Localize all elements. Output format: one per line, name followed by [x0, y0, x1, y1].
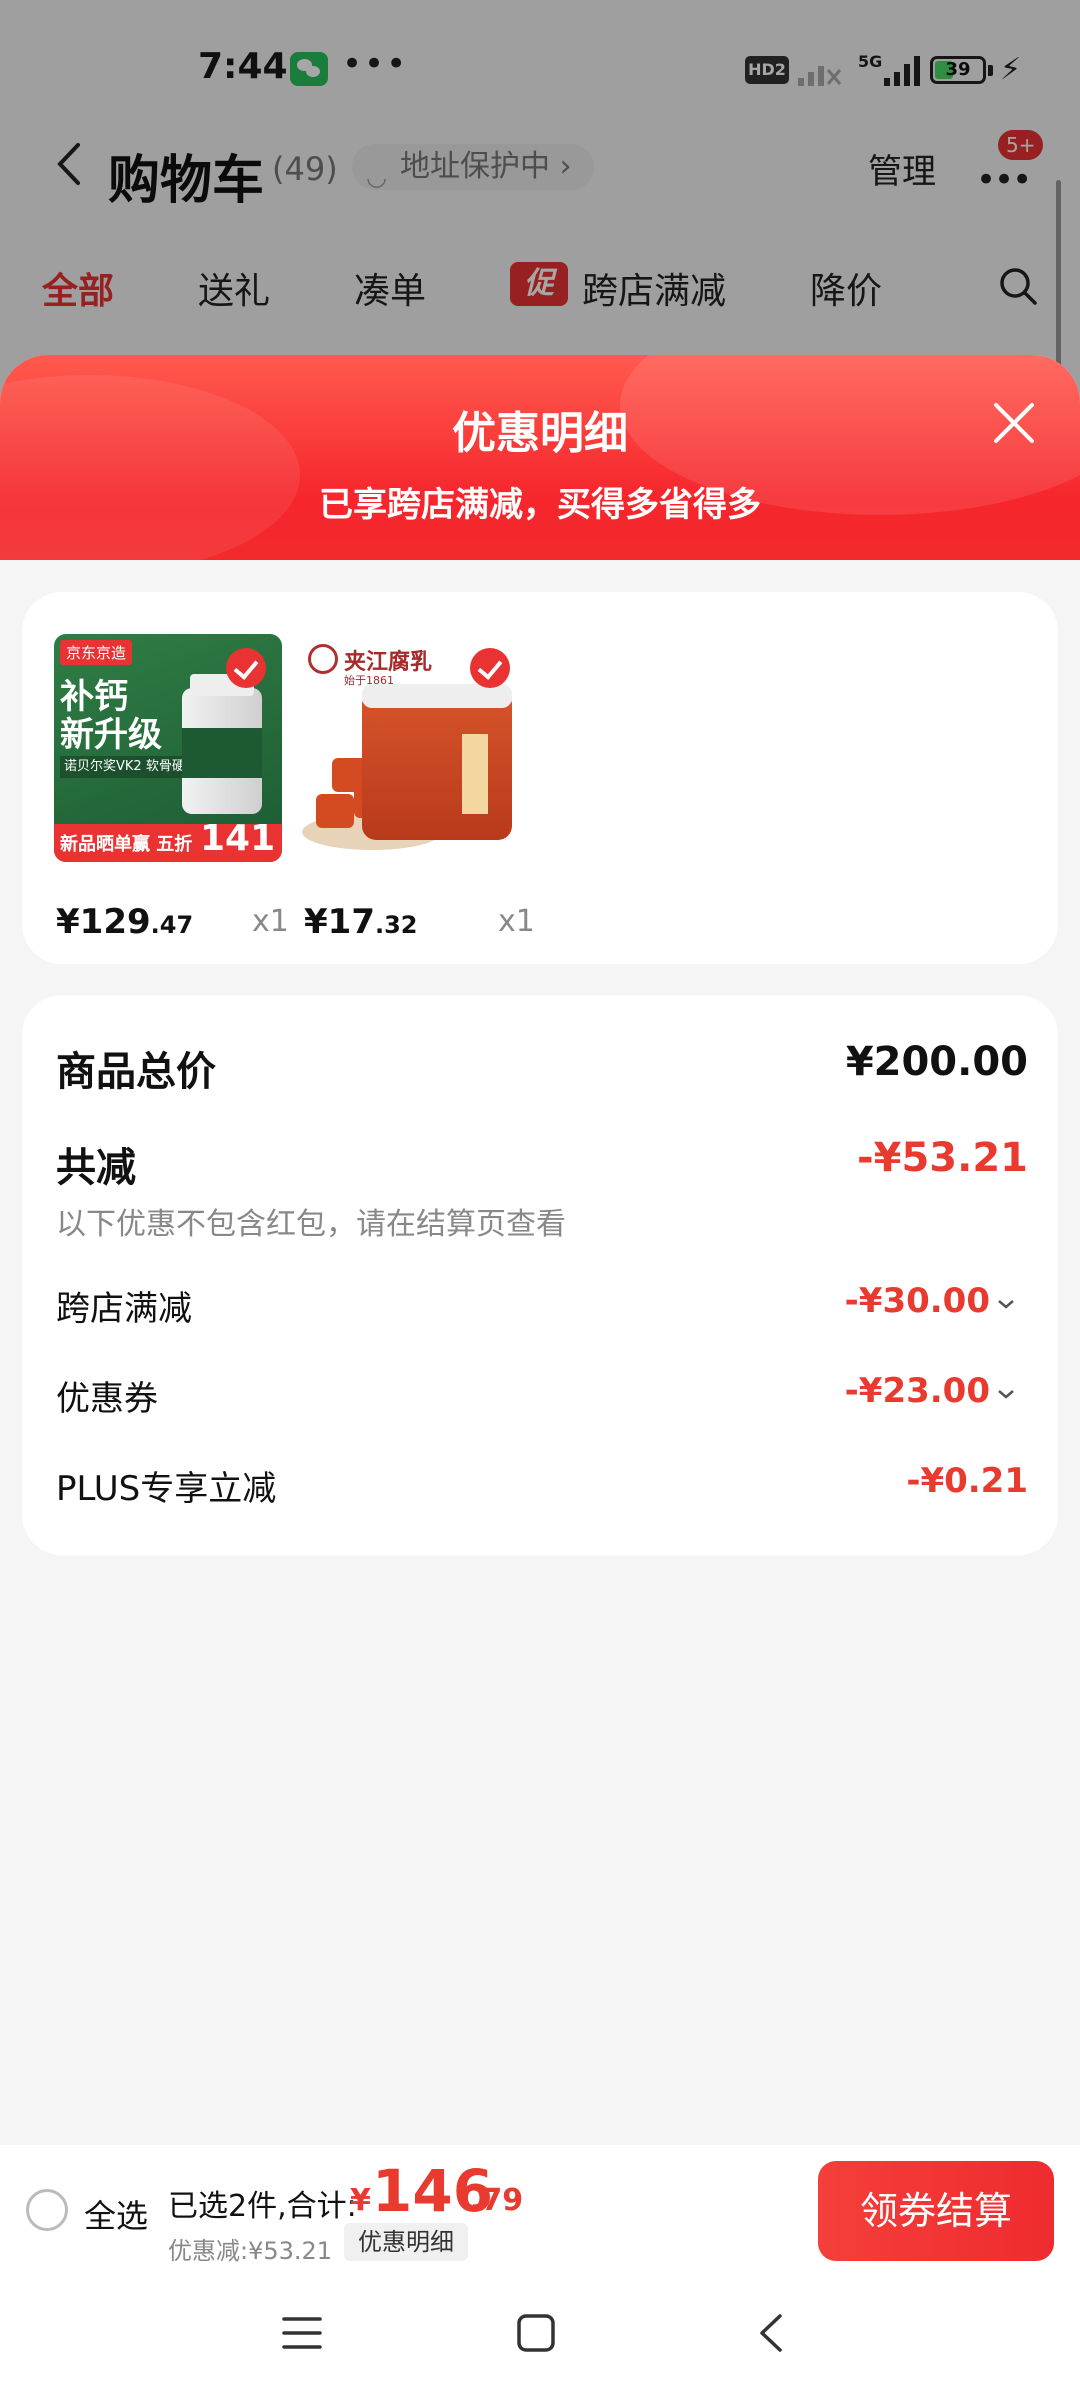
sheet-subtitle: 已享跨店满减，买得多省得多	[319, 485, 761, 525]
discount-amount-text: 优惠减:¥53.21	[168, 2237, 333, 2265]
coupon-value[interactable]: -¥23.00	[845, 1371, 990, 1411]
product-brand-tag: 京东京造	[60, 640, 133, 665]
total-amount-decimal: .79	[470, 2183, 524, 2218]
total-currency: ¥	[350, 2183, 371, 2218]
select-all-checkbox[interactable]	[26, 2189, 68, 2231]
menu-icon[interactable]	[282, 2313, 322, 2353]
discount-detail-button[interactable]: 优惠明细	[344, 2223, 468, 2261]
sheet-title: 优惠明细	[452, 408, 628, 459]
home-icon[interactable]	[516, 2313, 556, 2353]
price-decimal: .47	[150, 911, 194, 939]
checkout-bar: 全选 已选2件,合计: ¥ 146 .79 优惠减:¥53.21 优惠明细 领券…	[0, 2145, 1080, 2273]
plus-discount-value: -¥0.21	[906, 1461, 1028, 1501]
selected-count-text: 已选2件,合计:	[168, 2189, 357, 2224]
checked-icon[interactable]	[226, 648, 266, 688]
products-card: 京东京造 补钙 新升级 诺贝尔奖VK2 软骨硬骨同补 新品晒单赢 五折 141 …	[22, 592, 1058, 964]
price-integer: ¥129	[56, 902, 151, 942]
cross-store-discount-label: 跨店满减	[56, 1289, 192, 1329]
supplement-bottle-image	[182, 674, 262, 814]
product-item[interactable]: 京东京造 补钙 新升级 诺贝尔奖VK2 软骨硬骨同补 新品晒单赢 五折 141 …	[54, 634, 289, 942]
jar-label-image	[462, 734, 488, 814]
product-headline-line: 补钙	[60, 677, 128, 717]
coupon-label: 优惠券	[56, 1379, 158, 1419]
close-icon[interactable]	[990, 399, 1038, 447]
product-quantity: x1	[252, 904, 289, 939]
chevron-down-icon[interactable]	[996, 1297, 1016, 1311]
product-headline: 补钙 新升级	[60, 678, 162, 754]
brand-seal-icon	[308, 644, 338, 674]
select-all-label[interactable]: 全选	[84, 2191, 148, 2237]
product-quantity: x1	[498, 904, 535, 939]
cross-store-discount-value[interactable]: -¥30.00	[845, 1281, 990, 1321]
total-price-value: ¥200.00	[845, 1039, 1028, 1085]
plus-discount-label: PLUS专享立减	[56, 1469, 277, 1509]
price-decimal: .32	[374, 911, 418, 939]
checked-icon[interactable]	[470, 648, 510, 688]
total-reduction-label: 共减	[56, 1145, 136, 1191]
product-price: ¥129.47	[56, 902, 193, 942]
price-summary-card: 商品总价 ¥200.00 共减 -¥53.21 以下优惠不包含红包，请在结算页查…	[22, 995, 1058, 1555]
back-icon[interactable]	[756, 2313, 786, 2353]
product-headline-line: 新升级	[60, 715, 162, 755]
product-promo-number: 141	[200, 818, 276, 859]
tofu-piece	[316, 794, 354, 828]
checkout-button[interactable]: 领券结算	[818, 2161, 1054, 2261]
product-promo-text: 新品晒单赢 五折	[60, 834, 193, 855]
jar-image	[362, 690, 512, 840]
system-navigation-bar	[0, 2273, 1080, 2400]
total-reduction-value: -¥53.21	[857, 1135, 1028, 1181]
product-price: ¥17.32	[304, 902, 418, 942]
discount-detail-sheet: 优惠明细 已享跨店满减，买得多省得多 京东京造 补钙 新升级 诺贝尔奖VK2 软…	[0, 355, 1080, 2145]
product-item[interactable]: 夹江腐乳 始于1861 ¥17.32 x1	[302, 634, 535, 942]
reduction-hint: 以下优惠不包含红包，请在结算页查看	[56, 1207, 566, 1242]
sheet-header: 优惠明细 已享跨店满减，买得多省得多	[0, 355, 1080, 575]
price-integer: ¥17	[304, 902, 375, 942]
chevron-down-icon[interactable]	[996, 1387, 1016, 1401]
total-price-label: 商品总价	[56, 1049, 216, 1095]
